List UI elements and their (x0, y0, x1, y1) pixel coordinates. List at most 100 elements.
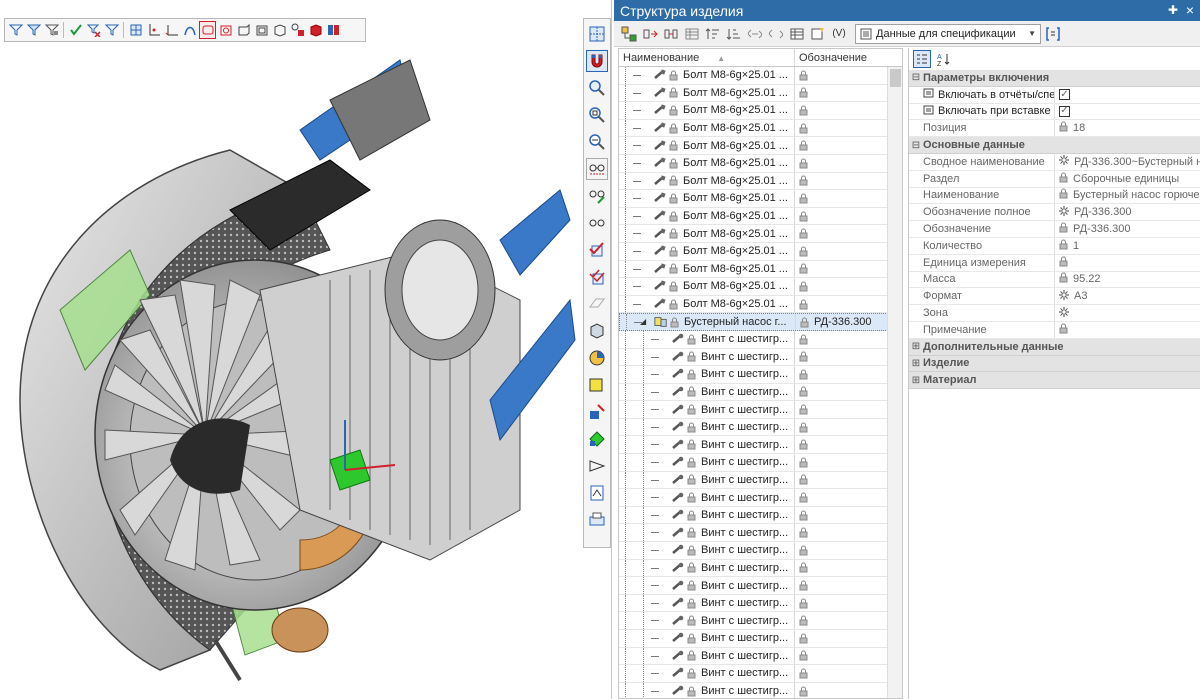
cube-icon[interactable] (271, 21, 288, 39)
axis-icon[interactable] (145, 21, 162, 39)
categorized-icon[interactable] (913, 50, 931, 68)
tree-row[interactable]: Болт М8-6g×25.01 ... (619, 242, 902, 261)
property-value[interactable]: 95.22 (1073, 273, 1101, 285)
filter-icon[interactable] (7, 21, 24, 39)
tree-row[interactable]: Болт М8-6g×25.01 ... (619, 207, 902, 226)
filter-part-icon[interactable] (43, 21, 60, 39)
check-multi-icon[interactable] (586, 266, 608, 288)
filter-check-icon[interactable] (67, 21, 84, 39)
jet-engine-model[interactable] (0, 40, 580, 699)
property-value[interactable]: 1 (1073, 240, 1079, 252)
sort-alpha-icon[interactable]: AZ (935, 50, 953, 68)
property-group[interactable]: ⊞ Материал (909, 372, 1200, 390)
collapse-toggle-icon[interactable]: ◢ (640, 317, 646, 326)
property-value[interactable]: А3 (1074, 290, 1087, 302)
tree-row[interactable]: Болт М8-6g×25.01 ... (619, 172, 902, 191)
curve-icon[interactable] (181, 21, 198, 39)
solid-icon[interactable] (217, 21, 234, 39)
plane-icon[interactable] (127, 21, 144, 39)
tree-row[interactable]: Винт с шестигр... (619, 542, 902, 560)
assembly-tool-icon[interactable] (586, 401, 608, 423)
property-row[interactable]: Количество 1 (909, 237, 1200, 255)
plane-disabled-icon[interactable] (586, 293, 608, 315)
sort-down-icon[interactable] (725, 25, 743, 43)
tree-row[interactable]: Болт М8-6g×25.01 ... (619, 67, 902, 85)
tree-row[interactable]: Винт с шестигр... (619, 366, 902, 384)
tree-row[interactable]: Болт М8-6g×25.01 ... (619, 190, 902, 208)
tree-row[interactable]: Винт с шестигр... (619, 647, 902, 666)
property-row[interactable]: Зона (909, 305, 1200, 322)
property-group[interactable]: ⊞ Дополнительные данные (909, 338, 1200, 356)
filter-cross-icon[interactable] (85, 21, 102, 39)
filter-type-icon[interactable] (103, 21, 120, 39)
tree-row[interactable]: Винт с шестигр... (619, 330, 902, 349)
property-value[interactable]: РД-336.300 (1073, 223, 1130, 235)
variables-icon[interactable]: (V) (830, 25, 848, 43)
glasses-view-icon[interactable] (586, 212, 608, 234)
tree-row[interactable]: Винт с шестигр... (619, 489, 902, 507)
collapse-icon[interactable]: ⊟ (909, 140, 923, 151)
property-row[interactable]: Раздел Сборочные единицы (909, 170, 1200, 188)
spec-settings-icon[interactable] (1044, 25, 1062, 43)
glasses-icon[interactable] (586, 158, 608, 180)
spec-table-icon[interactable] (788, 25, 806, 43)
property-checkbox[interactable]: ✓ (1059, 89, 1070, 101)
tree-row-selected[interactable]: ◢ Бустерный насос г... РД-336.300 (619, 313, 902, 331)
tree-row[interactable]: Болт М8-6g×25.01 ... (619, 295, 902, 314)
tree-row[interactable]: Винт с шестигр... (619, 594, 902, 613)
sheet-body-icon[interactable] (235, 21, 252, 39)
tree-row[interactable]: Винт с шестигр... (619, 524, 902, 543)
tree-scrollbar[interactable] (887, 67, 902, 698)
tree-scroll-thumb[interactable] (890, 69, 901, 87)
body-icon[interactable] (199, 21, 216, 39)
table-icon[interactable] (683, 25, 701, 43)
section-view-icon[interactable] (586, 23, 608, 45)
property-value[interactable]: Бустерный насос горюче (1073, 189, 1200, 201)
tree-row[interactable]: Винт с шестигр... (619, 348, 902, 367)
property-group[interactable]: ⊟ Основные данные (909, 137, 1200, 154)
zoom-fit-icon[interactable] (586, 131, 608, 153)
link-icon[interactable] (746, 25, 764, 43)
expand-icon[interactable]: ⊞ (909, 341, 923, 352)
tree-row[interactable]: Винт с шестигр... (619, 418, 902, 437)
measure-icon[interactable] (586, 455, 608, 477)
tree-row[interactable]: Винт с шестигр... (619, 665, 902, 683)
tree-row[interactable]: Болт М8-6g×25.01 ... (619, 278, 902, 296)
pie-color-icon[interactable] (586, 347, 608, 369)
shapes-icon[interactable] (289, 21, 306, 39)
column-header-name[interactable]: Наименование ▲ (619, 49, 795, 66)
print-icon[interactable] (586, 509, 608, 531)
tree-row[interactable]: Болт М8-6g×25.01 ... (619, 102, 902, 120)
expand-icon[interactable]: ⊞ (909, 375, 923, 386)
tree-row[interactable]: Болт М8-6g×25.01 ... (619, 260, 902, 279)
yellow-face-icon[interactable] (586, 374, 608, 396)
tree-row[interactable]: Болт М8-6g×25.01 ... (619, 84, 902, 103)
property-row[interactable]: Обозначение полное РД-336.300 (909, 204, 1200, 222)
tree-row[interactable]: Винт с шестигр... (619, 471, 902, 490)
shell-icon[interactable] (253, 21, 270, 39)
property-row[interactable]: Наименование Бустерный насос горюче (909, 187, 1200, 205)
box-view-icon[interactable] (586, 320, 608, 342)
property-checkbox[interactable]: ✓ (1059, 105, 1070, 117)
column-header-designation[interactable]: Обозначение (795, 49, 887, 66)
tree-row[interactable]: Винт с шестигр... (619, 630, 902, 648)
collapse-icon[interactable]: ⊟ (909, 72, 923, 83)
property-row[interactable]: Включать в отчёты/спе ✓ (909, 86, 1200, 104)
property-value[interactable]: 18 (1073, 122, 1085, 134)
filter-assembly-icon[interactable] (25, 21, 42, 39)
tree-row[interactable]: Винт с шестигр... (619, 559, 902, 578)
property-group[interactable]: ⊞ Изделие (909, 355, 1200, 373)
property-row[interactable]: Обозначение РД-336.300 (909, 221, 1200, 238)
tree-row[interactable]: Винт с шестигр... (619, 577, 902, 595)
close-icon[interactable]: × (1186, 2, 1194, 18)
coordinate-system-icon[interactable] (163, 21, 180, 39)
compare-icon[interactable] (662, 25, 680, 43)
tree-row[interactable]: Винт с шестигр... (619, 436, 902, 455)
property-value[interactable]: Сборочные единицы (1073, 173, 1179, 185)
glasses-edit-icon[interactable] (586, 185, 608, 207)
link-structure-icon[interactable] (641, 25, 659, 43)
property-value[interactable]: РД-336.300 (1074, 206, 1131, 218)
tree-row[interactable]: Винт с шестигр... (619, 383, 902, 402)
magnet-icon[interactable] (586, 50, 608, 72)
tree-row[interactable]: Болт М8-6g×25.01 ... (619, 154, 902, 173)
